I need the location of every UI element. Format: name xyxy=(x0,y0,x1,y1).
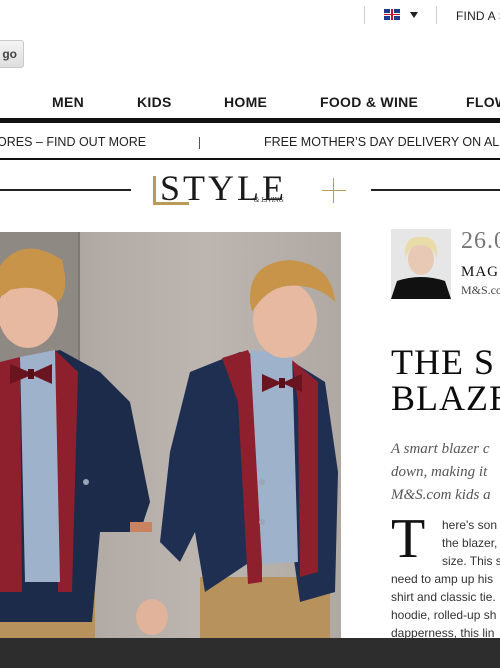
body-line: hoodie, rolled-up sh xyxy=(391,608,497,622)
standfirst-line: A smart blazer c xyxy=(391,441,490,457)
author-avatar xyxy=(391,229,451,299)
body-line: shirt and classic tie. xyxy=(391,590,496,604)
plus-icon xyxy=(322,190,346,191)
promo-divider-line xyxy=(0,158,500,160)
body-line: size. This s xyxy=(442,554,500,568)
logo-rule-left xyxy=(0,189,131,191)
headline-line: BLAZE xyxy=(391,378,500,418)
nav-item-kids[interactable]: KIDS xyxy=(137,94,172,110)
article-headline: THE S BLAZE xyxy=(391,344,500,416)
topbar-divider xyxy=(436,6,437,24)
promo-link-left[interactable]: ORES – FIND OUT MORE xyxy=(0,135,146,149)
headline-line: THE S xyxy=(391,342,495,382)
body-line: need to amp up his xyxy=(391,572,494,586)
drop-cap: T xyxy=(391,508,426,570)
footer-bar xyxy=(0,638,500,668)
boys-in-blazers-illustration xyxy=(0,232,338,638)
author-role: M&S.co xyxy=(461,283,500,297)
nav-item-men[interactable]: MEN xyxy=(52,94,84,110)
nav-item-home[interactable]: HOME xyxy=(224,94,267,110)
article-standfirst: A smart blazer c down, making it M&S.com… xyxy=(391,438,491,507)
standfirst-line: M&S.com kids a xyxy=(391,487,491,503)
article-date: 26.0 xyxy=(461,228,500,254)
topbar-divider xyxy=(364,6,365,24)
uk-flag-icon[interactable] xyxy=(384,9,400,20)
author-name[interactable]: MAG xyxy=(461,264,499,281)
logo-subtitle: & LIVING xyxy=(254,196,284,204)
logo-rule-right xyxy=(371,189,500,191)
body-line: here's son xyxy=(442,518,497,532)
promo-divider xyxy=(199,137,200,149)
find-a-store-link[interactable]: FIND A S xyxy=(456,9,500,23)
nav-divider xyxy=(0,118,500,123)
logo-accent xyxy=(153,176,156,205)
article-hero-image xyxy=(0,232,341,638)
nav-item-food-wine[interactable]: FOOD & WINE xyxy=(320,94,418,110)
nav-item-flowers[interactable]: FLOW xyxy=(466,94,500,110)
chevron-down-icon[interactable] xyxy=(410,12,418,18)
search-go-button[interactable]: go xyxy=(0,40,24,68)
body-line: the blazer, xyxy=(442,536,498,550)
plus-icon xyxy=(333,178,334,203)
promo-link-right[interactable]: FREE MOTHER’S DAY DELIVERY ON ALL F xyxy=(264,135,500,149)
standfirst-line: down, making it xyxy=(391,464,488,480)
